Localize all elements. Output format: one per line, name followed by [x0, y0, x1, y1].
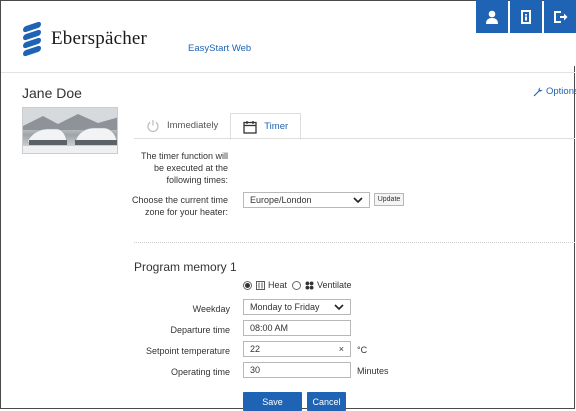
- timezone-select[interactable]: Europe/London: [243, 192, 370, 208]
- ventilate-label: Ventilate: [317, 280, 352, 290]
- options-link[interactable]: Options: [533, 86, 576, 97]
- weekday-value: Monday to Friday: [250, 302, 320, 312]
- logout-button[interactable]: [544, 0, 576, 33]
- tab-divider: [134, 138, 575, 139]
- eberspaecher-logo-icon: [23, 21, 41, 57]
- user-icon: [486, 10, 498, 24]
- ventilate-radio[interactable]: [292, 280, 302, 290]
- app-name-link[interactable]: EasyStart Web: [188, 43, 251, 54]
- options-label: Options: [546, 86, 576, 97]
- timezone-label-line: Choose the current time: [131, 195, 228, 205]
- user-button[interactable]: [476, 0, 508, 33]
- brand-logo[interactable]: Eberspächer: [23, 21, 148, 57]
- chevron-down-icon: [334, 304, 344, 310]
- brand-logo-text: Eberspächer: [51, 28, 148, 49]
- setpoint-unit: °C: [357, 345, 368, 355]
- logout-icon: [554, 10, 568, 23]
- calendar-icon: [243, 120, 257, 134]
- timer-intro-line: following times:: [166, 175, 228, 185]
- timezone-label: Choose the current time zone for your he…: [118, 194, 228, 218]
- timer-intro-line: The timer function will: [140, 151, 228, 161]
- tab-timer[interactable]: Timer: [230, 113, 302, 140]
- wrench-icon: [533, 87, 543, 96]
- weekday-label: Weekday: [192, 304, 230, 314]
- setpoint-value: 22: [250, 344, 261, 354]
- operating-unit: Minutes: [357, 366, 389, 376]
- cancel-button[interactable]: Cancel: [307, 392, 346, 411]
- setpoint-label: Setpoint temperature: [145, 346, 230, 356]
- departure-label: Departure time: [170, 325, 230, 335]
- setpoint-input[interactable]: 22 ×: [243, 341, 351, 357]
- mode-tabs: Immediately Timer: [134, 113, 302, 140]
- heat-label: Heat: [268, 280, 288, 290]
- manual-button[interactable]: [510, 0, 542, 33]
- operating-time-input[interactable]: 30: [243, 362, 351, 378]
- mode-radio-group: Heat Ventilate: [243, 280, 352, 290]
- vehicle-thumbnail: [22, 107, 118, 154]
- manual-icon: [521, 9, 531, 24]
- fan-icon: [305, 281, 314, 289]
- timer-intro-line: be executed at the: [153, 163, 228, 173]
- heat-icon: [256, 280, 265, 290]
- update-timezone-button[interactable]: Update: [374, 193, 404, 206]
- section-divider: [134, 242, 575, 243]
- timezone-value: Europe/London: [250, 195, 312, 205]
- departure-time-input[interactable]: 08:00 AM: [243, 320, 351, 336]
- tab-immediately[interactable]: Immediately: [134, 113, 230, 138]
- power-icon: [147, 119, 159, 132]
- user-name: Jane Doe: [22, 85, 82, 101]
- clear-input-icon[interactable]: ×: [339, 344, 344, 354]
- weekday-select[interactable]: Monday to Friday: [243, 299, 351, 315]
- save-button[interactable]: Save: [243, 392, 302, 411]
- timezone-label-line: zone for your heater:: [144, 207, 228, 217]
- timer-intro: The timer function will be executed at t…: [128, 150, 228, 186]
- heat-radio[interactable]: [243, 280, 252, 290]
- tab-immediately-label: Immediately: [167, 120, 219, 131]
- tab-timer-label: Timer: [264, 121, 289, 132]
- header-divider: [1, 72, 575, 73]
- operating-label: Operating time: [170, 367, 230, 377]
- program-title: Program memory 1: [134, 260, 237, 274]
- chevron-down-icon: [353, 197, 363, 203]
